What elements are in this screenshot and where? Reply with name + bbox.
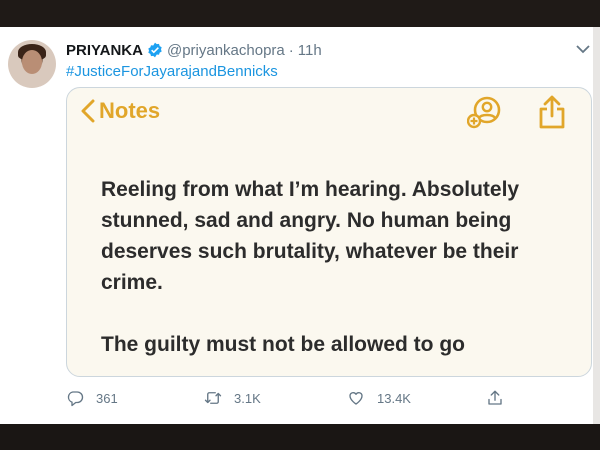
heart-icon — [349, 392, 363, 405]
avatar[interactable] — [8, 40, 56, 88]
share-arrow-icon — [488, 390, 502, 405]
reply-button[interactable]: 361 — [66, 388, 118, 408]
author-name[interactable]: PRIYANKA — [66, 42, 143, 59]
chevron-down-icon[interactable] — [576, 44, 590, 54]
separator-dot: · — [288, 41, 294, 59]
hashtag-link[interactable]: #JusticeForJayarajandBennicks — [66, 63, 278, 80]
notes-screenshot-image[interactable]: Notes Reeling from what I’m hearing. Abs… — [66, 87, 592, 377]
tweet-time[interactable]: 11h — [298, 42, 322, 59]
verified-badge-icon — [148, 42, 162, 58]
like-count: 13.4K — [377, 390, 411, 406]
like-button[interactable]: 13.4K — [347, 388, 411, 408]
share-icon — [539, 95, 565, 129]
notes-back-label: Notes — [99, 98, 161, 123]
bottom-video-frame-strip — [0, 424, 600, 450]
add-person-icon — [467, 96, 501, 129]
note-paragraph-2: The guilty must not be allowed to go — [101, 333, 465, 356]
chevron-left-icon — [81, 99, 95, 123]
reply-icon — [67, 391, 84, 407]
reply-count: 361 — [96, 390, 118, 406]
author-handle[interactable]: @priyankachopra — [167, 42, 285, 59]
note-body: Reeling from what I’m hearing. Absolutel… — [101, 174, 571, 360]
right-edge — [593, 27, 600, 424]
retweet-count: 3.1K — [234, 390, 261, 406]
tweet-actions: 361 3.1K 13.4K — [66, 388, 506, 408]
retweet-icon — [204, 392, 222, 404]
share-button[interactable] — [486, 388, 504, 408]
retweet-button[interactable]: 3.1K — [204, 388, 261, 408]
top-video-frame-strip — [0, 0, 600, 27]
note-paragraph-1: Reeling from what I’m hearing. Absolutel… — [101, 178, 520, 294]
tweet-header: PRIYANKA @priyankachopra · 11h — [66, 40, 322, 60]
notes-back-button: Notes — [81, 98, 160, 124]
